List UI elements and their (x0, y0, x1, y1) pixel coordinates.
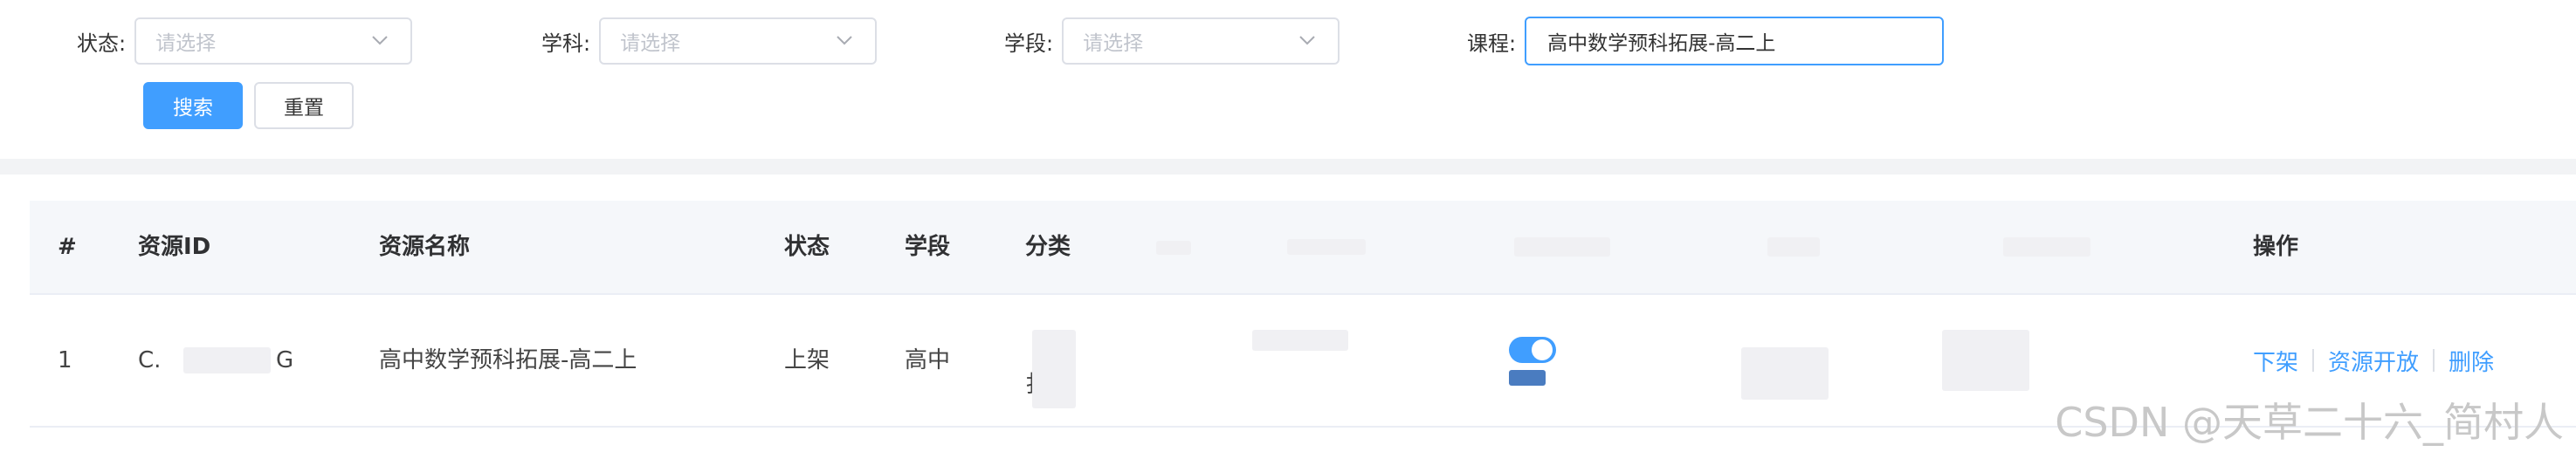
redacted-cell (1252, 330, 1348, 351)
status-select-placeholder: 请选择 (155, 32, 217, 55)
chevron-down-icon (372, 36, 388, 45)
header-index: # (58, 234, 77, 260)
subject-filter: 学科: 请选择 (541, 16, 878, 66)
course-input[interactable] (1525, 17, 1945, 65)
redacted-resource-id (183, 347, 271, 373)
redacted-cell (1942, 330, 2029, 391)
subject-select-placeholder: 请选择 (620, 32, 681, 55)
header-stage: 学段 (905, 234, 951, 260)
search-button[interactable]: 搜索 (143, 82, 243, 129)
offline-button[interactable]: 下架 (2253, 345, 2298, 377)
stage-select-placeholder: 请选择 (1083, 32, 1144, 55)
toggle-base (1509, 370, 1546, 386)
header-resource-id: 资源ID (138, 234, 211, 260)
redacted-cell (1741, 347, 1829, 400)
open-resource-button[interactable]: 资源开放 (2328, 345, 2419, 377)
stage-filter-label: 学段: (1004, 31, 1054, 56)
row-resource-id-start: C. (138, 347, 162, 373)
filter-panel: 状态: 请选择 学科: 请选择 学段: 请选择 课程: 搜索 重置 (0, 0, 2576, 159)
header-actions: 操作 (2253, 234, 2299, 260)
header-category: 分类 (1025, 234, 1071, 260)
redacted-header (1514, 237, 1610, 257)
table-panel: # 资源ID 资源名称 状态 学段 分类 操作 1 C. G 高中数学预科拓展-… (0, 175, 2576, 452)
row-index: 1 (58, 347, 72, 373)
subject-select[interactable]: 请选择 (599, 17, 878, 65)
header-name: 资源名称 (379, 234, 471, 260)
action-divider (2312, 349, 2315, 372)
subject-filter-label: 学科: (541, 31, 591, 56)
redacted-header (1156, 241, 1191, 255)
redacted-header (1767, 237, 1820, 257)
watermark: CSDN @天草二十六_简村人 (2055, 399, 2564, 446)
header-status: 状态 (784, 234, 830, 260)
stage-select[interactable]: 请选择 (1062, 17, 1340, 65)
row-resource-id-end: G (276, 347, 294, 373)
status-filter-label: 状态: (77, 31, 127, 56)
redacted-category (1032, 330, 1076, 408)
stage-filter: 学段: 请选择 (1004, 16, 1340, 66)
course-filter: 课程: (1467, 16, 1945, 66)
status-toggle[interactable] (1509, 337, 1556, 363)
action-divider (2433, 349, 2435, 372)
table-header: # 资源ID 资源名称 状态 学段 分类 操作 (30, 201, 2576, 295)
redacted-header (2003, 237, 2090, 257)
chevron-down-icon (837, 36, 852, 45)
reset-button[interactable]: 重置 (254, 82, 354, 129)
status-filter: 状态: 请选择 (77, 16, 413, 66)
chevron-down-icon (1299, 36, 1315, 45)
delete-button[interactable]: 删除 (2449, 345, 2494, 377)
toggle-knob (1532, 339, 1553, 360)
row-status: 上架 (784, 347, 830, 373)
row-name: 高中数学预科拓展-高二上 (379, 347, 637, 373)
status-select[interactable]: 请选择 (134, 17, 413, 65)
redacted-header (1287, 239, 1366, 255)
course-filter-label: 课程: (1467, 31, 1517, 56)
row-stage: 高中 (905, 347, 951, 373)
